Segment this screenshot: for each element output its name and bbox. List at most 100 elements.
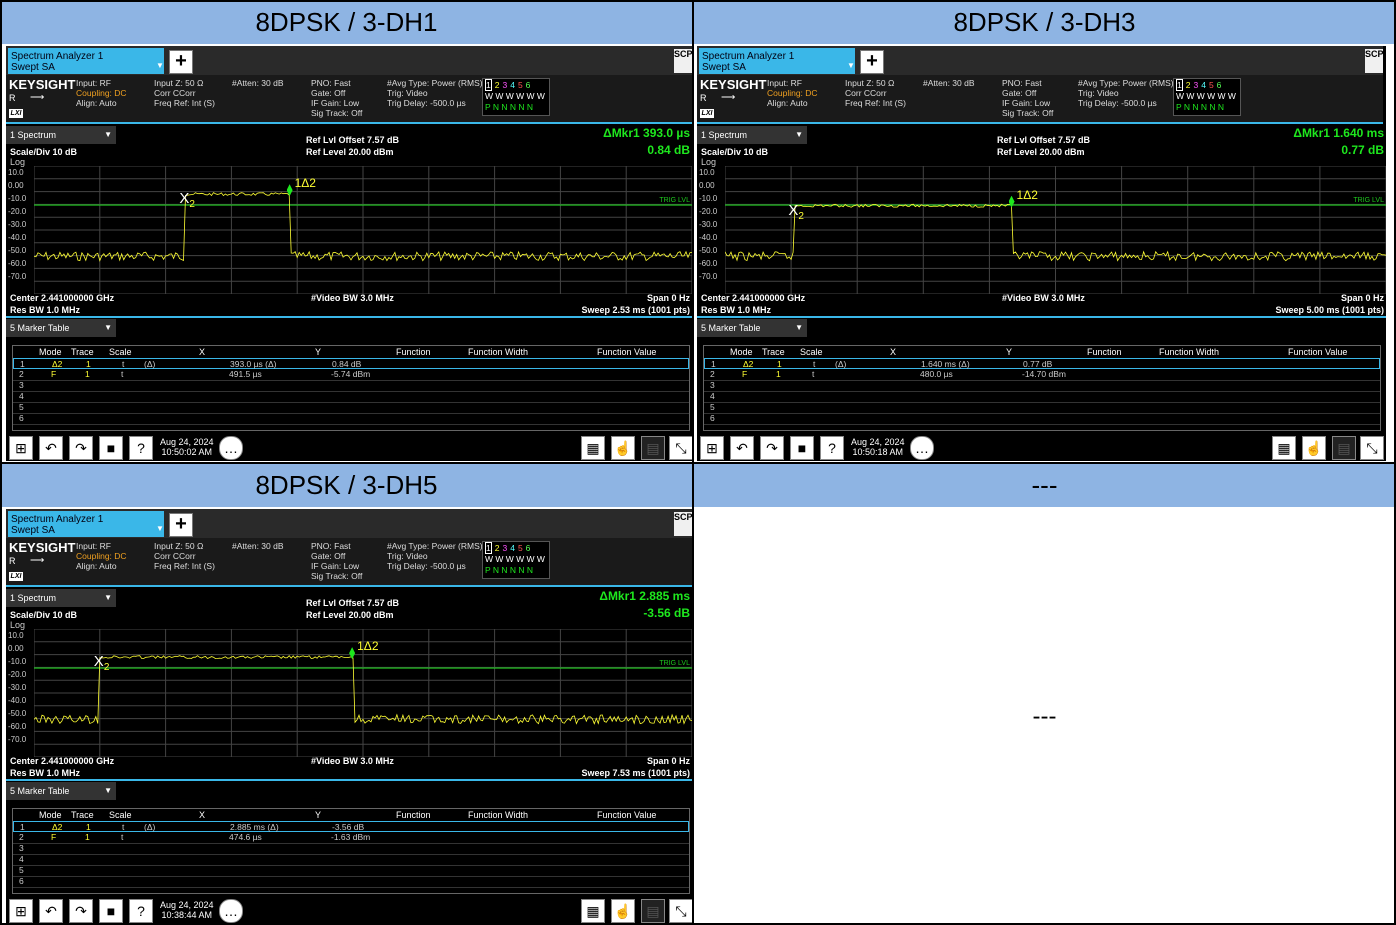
- table-row[interactable]: 6: [704, 413, 1380, 425]
- settings-column-2[interactable]: Input Z: 50 Ω Corr CCorr Freq Ref: Int (S): [154, 541, 215, 571]
- fullscreen-icon[interactable]: ⤡: [669, 436, 692, 460]
- trace-numbers: 123456: [1176, 79, 1224, 91]
- col-header-trace: Trace: [71, 810, 94, 820]
- setting-coupling: Coupling: DC: [76, 88, 127, 98]
- keyboard-icon[interactable]: …: [219, 899, 243, 923]
- undo-icon[interactable]: ↶: [39, 899, 63, 923]
- chevron-down-icon[interactable]: ▼: [156, 524, 164, 533]
- marker-table[interactable]: Mode Trace Scale X Y Function Function Width Fu…: [12, 345, 690, 431]
- help-icon[interactable]: ?: [820, 436, 844, 460]
- scpi-button[interactable]: SCPI: [674, 49, 692, 73]
- spectrum-selector[interactable]: 1 Spectrum ▼: [6, 126, 116, 144]
- keyboard-icon[interactable]: …: [910, 436, 934, 460]
- touch-icon[interactable]: ☝: [1302, 436, 1326, 460]
- table-row[interactable]: 6: [13, 413, 689, 425]
- marker-table-selector[interactable]: 5 Marker Table ▼: [6, 319, 116, 337]
- settings-column-3[interactable]: #Atten: 30 dB: [232, 78, 284, 88]
- table-row[interactable]: 1 Δ2 1 t (Δ) 393.0 µs (Δ) 0.84 dB: [13, 358, 689, 369]
- tab-subtitle: Swept SA: [11, 62, 55, 73]
- windows-icon[interactable]: ⊞: [9, 899, 33, 923]
- redo-icon[interactable]: ↷: [760, 436, 784, 460]
- analyzer-tab[interactable]: Spectrum Analyzer 1 Swept SA: [699, 48, 855, 74]
- table-row[interactable]: 6: [13, 876, 689, 888]
- settings-column-2[interactable]: Input Z: 50 Ω Corr CCorr Freq Ref: Int (S): [845, 78, 906, 108]
- trace-num: 1: [485, 79, 492, 91]
- analyzer-tab[interactable]: Spectrum Analyzer 1 Swept SA: [8, 48, 164, 74]
- marker-x-sub: 2: [103, 662, 110, 674]
- table-row[interactable]: 1 Δ2 1 t (Δ) 1.640 ms (Δ) 0.77 dB: [704, 358, 1380, 369]
- folder-icon[interactable]: ■: [790, 436, 814, 460]
- fullscreen-icon[interactable]: ⤡: [1360, 436, 1384, 460]
- add-screen-button[interactable]: +: [860, 50, 884, 74]
- y-tick-label: -70.0: [8, 735, 27, 744]
- grid-view-icon[interactable]: ▦: [581, 436, 605, 460]
- trace-status-box[interactable]: 123456W W W W W WP N N N N N: [1173, 78, 1241, 116]
- panel-1: 8DPSK / 3-DH1 Spectrum Analyzer 1 Swept SA…: [0, 0, 693, 463]
- settings-column-4[interactable]: PNO: Fast Gate: Off IF Gain: Low Sig Track:…: [311, 78, 362, 118]
- settings-column-3[interactable]: #Atten: 30 dB: [923, 78, 975, 88]
- sweep-time: Sweep 5.00 ms (1001 pts): [1275, 305, 1384, 315]
- sweep-time: Sweep 7.53 ms (1001 pts): [581, 768, 690, 778]
- marker-table-label: 5 Marker Table: [10, 786, 70, 796]
- fullscreen-icon[interactable]: ⤡: [669, 899, 692, 923]
- settings-column-4[interactable]: PNO: Fast Gate: Off IF Gain: Low Sig Track:…: [311, 541, 362, 581]
- touch-icon[interactable]: ☝: [611, 436, 635, 460]
- trace-plot[interactable]: TRIG LVL: [34, 166, 692, 294]
- undo-icon[interactable]: ↶: [39, 436, 63, 460]
- windows-icon[interactable]: ⊞: [700, 436, 724, 460]
- chevron-down-icon[interactable]: ▼: [847, 61, 855, 70]
- scpi-button[interactable]: SCPI: [674, 512, 692, 536]
- help-icon[interactable]: ?: [129, 899, 153, 923]
- trace-status-box[interactable]: 123456W W W W W WP N N N N N: [482, 541, 550, 579]
- layout-icon[interactable]: ▤: [1332, 436, 1356, 460]
- settings-column-1[interactable]: Input: RF Coupling: DC Align: Auto: [76, 541, 127, 571]
- settings-column-5[interactable]: #Avg Type: Power (RMS) Trig: Video Trig De…: [387, 78, 483, 108]
- grid-view-icon[interactable]: ▦: [581, 899, 605, 923]
- trace-status-box[interactable]: 123456W W W W W WP N N N N N: [482, 78, 550, 116]
- folder-icon[interactable]: ■: [99, 436, 123, 460]
- settings-column-5[interactable]: #Avg Type: Power (RMS) Trig: Video Trig De…: [1078, 78, 1174, 108]
- delta-marker-readout: ΔMkr1 1.640 ms: [1293, 126, 1384, 140]
- y-tick-label: -70.0: [8, 272, 27, 281]
- chevron-down-icon: ▼: [795, 130, 803, 139]
- layout-icon[interactable]: ▤: [641, 899, 665, 923]
- settings-column-1[interactable]: Input: RF Coupling: DC Align: Auto: [76, 78, 127, 108]
- redo-icon[interactable]: ↷: [69, 436, 93, 460]
- marker-table-selector[interactable]: 5 Marker Table ▼: [6, 782, 116, 800]
- setting-inputz: Input Z: 50 Ω: [154, 78, 204, 88]
- keyboard-icon[interactable]: …: [219, 436, 243, 460]
- settings-column-4[interactable]: PNO: Fast Gate: Off IF Gain: Low Sig Track:…: [1002, 78, 1053, 118]
- spectrum-selector[interactable]: 1 Spectrum ▼: [6, 589, 116, 607]
- help-icon[interactable]: ?: [129, 436, 153, 460]
- settings-column-2[interactable]: Input Z: 50 Ω Corr CCorr Freq Ref: Int (S): [154, 78, 215, 108]
- touch-icon[interactable]: ☝: [611, 899, 635, 923]
- windows-icon[interactable]: ⊞: [9, 436, 33, 460]
- analyzer-tab[interactable]: Spectrum Analyzer 1 Swept SA: [8, 511, 164, 537]
- add-screen-button[interactable]: +: [169, 513, 193, 537]
- setting-input: Input: RF: [76, 541, 111, 551]
- cell-x: 480.0 µs: [920, 369, 953, 379]
- chevron-down-icon[interactable]: ▼: [156, 61, 164, 70]
- span-value: Span 0 Hz: [1340, 293, 1384, 303]
- table-row[interactable]: 1 Δ2 1 t (Δ) 2.885 ms (Δ) -3.56 dB: [13, 821, 689, 832]
- folder-icon[interactable]: ■: [99, 899, 123, 923]
- y-tick-label: -60.0: [8, 722, 27, 731]
- add-screen-button[interactable]: +: [169, 50, 193, 74]
- spectrum-selector[interactable]: 1 Spectrum ▼: [697, 126, 807, 144]
- grid-view-icon[interactable]: ▦: [1272, 436, 1296, 460]
- redo-icon[interactable]: ↷: [69, 899, 93, 923]
- settings-column-1[interactable]: Input: RF Coupling: DC Align: Auto: [767, 78, 818, 108]
- settings-column-5[interactable]: #Avg Type: Power (RMS) Trig: Video Trig De…: [387, 541, 483, 571]
- col-header-mode: Mode: [730, 347, 753, 357]
- marker-table[interactable]: Mode Trace Scale X Y Function Function Width Fu…: [12, 808, 690, 894]
- settings-column-3[interactable]: #Atten: 30 dB: [232, 541, 284, 551]
- marker-table-selector[interactable]: 5 Marker Table ▼: [697, 319, 807, 337]
- scpi-button[interactable]: SCPI: [1365, 49, 1386, 73]
- layout-icon[interactable]: ▤: [641, 436, 665, 460]
- marker-table[interactable]: Mode Trace Scale X Y Function Function Width Fu…: [703, 345, 1381, 431]
- setting-coupling: Coupling: DC: [767, 88, 818, 98]
- trigger-level-label: TRIG LVL: [659, 660, 690, 667]
- trace-plot[interactable]: TRIG LVL: [725, 166, 1386, 294]
- undo-icon[interactable]: ↶: [730, 436, 754, 460]
- panel-title: 8DPSK / 3-DH3: [693, 0, 1396, 44]
